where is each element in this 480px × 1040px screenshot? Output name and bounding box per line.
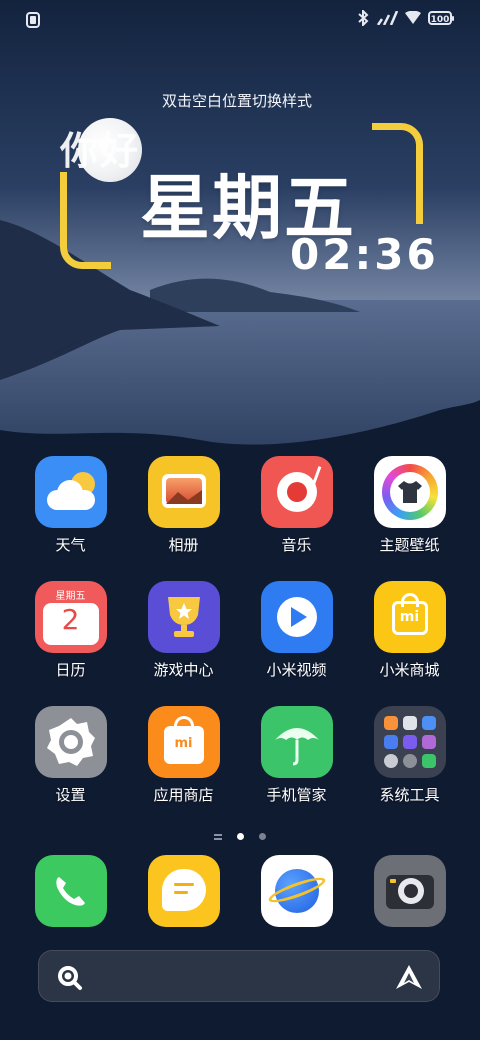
folder-icon [373,706,446,778]
app-store-icon: mi [147,706,220,778]
app-label: 游戏中心 [153,661,214,679]
security-icon [260,706,333,778]
app-settings[interactable]: 设置 [14,706,127,805]
signal-icon [376,11,398,25]
browser-icon [260,855,333,927]
widget-hint: 双击空白位置切换样式 [161,92,312,110]
mi-store-icon: mi [373,581,446,653]
app-label: 小米商城 [379,661,440,679]
page-indicator[interactable] [0,826,480,845]
battery-icon: 100 [428,11,454,25]
app-label: 小米视频 [266,661,327,679]
video-icon [260,581,333,653]
screen-record-icon [26,12,40,28]
game-center-icon [147,581,220,653]
app-app-store[interactable]: mi 应用商店 [127,706,240,805]
settings-icon [34,706,107,778]
dock-browser[interactable] [240,855,353,927]
music-icon [260,456,333,528]
app-label: 相册 [168,536,199,554]
camera-icon [373,855,446,927]
app-security[interactable]: 手机管家 [240,706,353,805]
dock-camera[interactable] [353,855,466,927]
app-label: 系统工具 [379,786,440,804]
status-bar: 100 [0,0,480,40]
app-weather[interactable]: 天气 [14,456,127,555]
clock-time[interactable]: 02:36 [290,230,439,279]
page-dot-active [237,833,244,840]
app-system-tools-folder[interactable]: 系统工具 [353,706,466,805]
widget-bracket-right [372,123,423,224]
search-bar[interactable] [38,950,440,1002]
app-themes[interactable]: 主题壁纸 [353,456,466,555]
search-icon[interactable] [57,965,83,991]
app-mi-store[interactable]: mi 小米商城 [353,581,466,680]
app-label: 日历 [55,661,86,679]
wifi-icon [405,11,421,24]
battery-level: 100 [430,15,450,25]
greeting: 你好 [60,129,141,173]
weather-icon [34,456,107,528]
app-label: 音乐 [281,536,312,554]
dock-phone[interactable] [14,855,127,927]
app-music[interactable]: 音乐 [240,456,353,555]
app-label: 天气 [55,536,86,554]
app-label: 手机管家 [266,786,327,804]
assistant-icon[interactable] [395,964,423,990]
gallery-icon [147,456,220,528]
app-game-center[interactable]: 游戏中心 [127,581,240,680]
calendar-icon: 星期五 2 [34,581,107,653]
app-gallery[interactable]: 相册 [127,456,240,555]
themes-icon [373,456,446,528]
messages-icon [147,855,220,927]
bluetooth-icon [358,10,369,26]
app-label: 应用商店 [153,786,214,804]
app-label: 主题壁纸 [379,536,440,554]
app-video[interactable]: 小米视频 [240,581,353,680]
app-calendar[interactable]: 星期五 2 日历 [14,581,127,680]
dock-messages[interactable] [127,855,240,927]
page-dot [259,833,267,840]
app-label: 设置 [55,786,86,804]
phone-icon [34,855,107,927]
page-list-icon [213,833,222,840]
widget-bracket-left [60,172,111,269]
